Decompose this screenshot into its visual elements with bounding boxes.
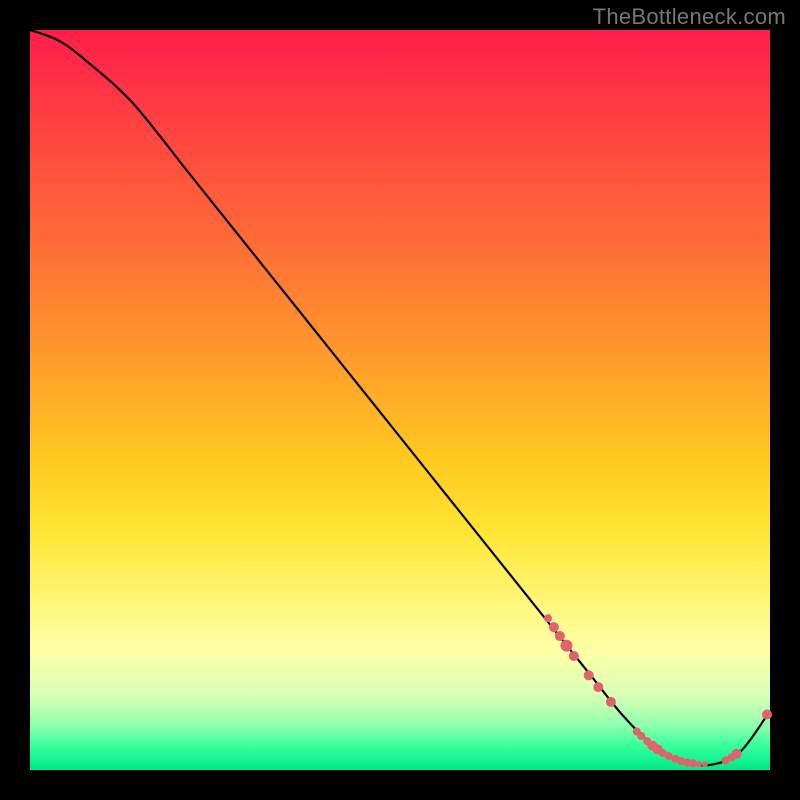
data-point [762, 710, 772, 720]
chart-frame: TheBottleneck.com [0, 0, 800, 800]
data-point [569, 651, 579, 661]
watermark-text: TheBottleneck.com [593, 4, 786, 30]
data-points-group [544, 614, 772, 767]
bottleneck-curve [30, 30, 770, 765]
data-point [555, 631, 565, 641]
data-point [584, 670, 594, 680]
data-point [606, 697, 616, 707]
data-point [593, 682, 603, 692]
data-point [702, 761, 708, 767]
curve-svg [30, 30, 770, 770]
data-point [689, 759, 697, 767]
data-point [549, 622, 559, 632]
data-point [732, 749, 742, 759]
plot-area [30, 30, 770, 770]
data-point [561, 640, 573, 652]
data-point [544, 614, 552, 622]
data-point [696, 761, 702, 767]
